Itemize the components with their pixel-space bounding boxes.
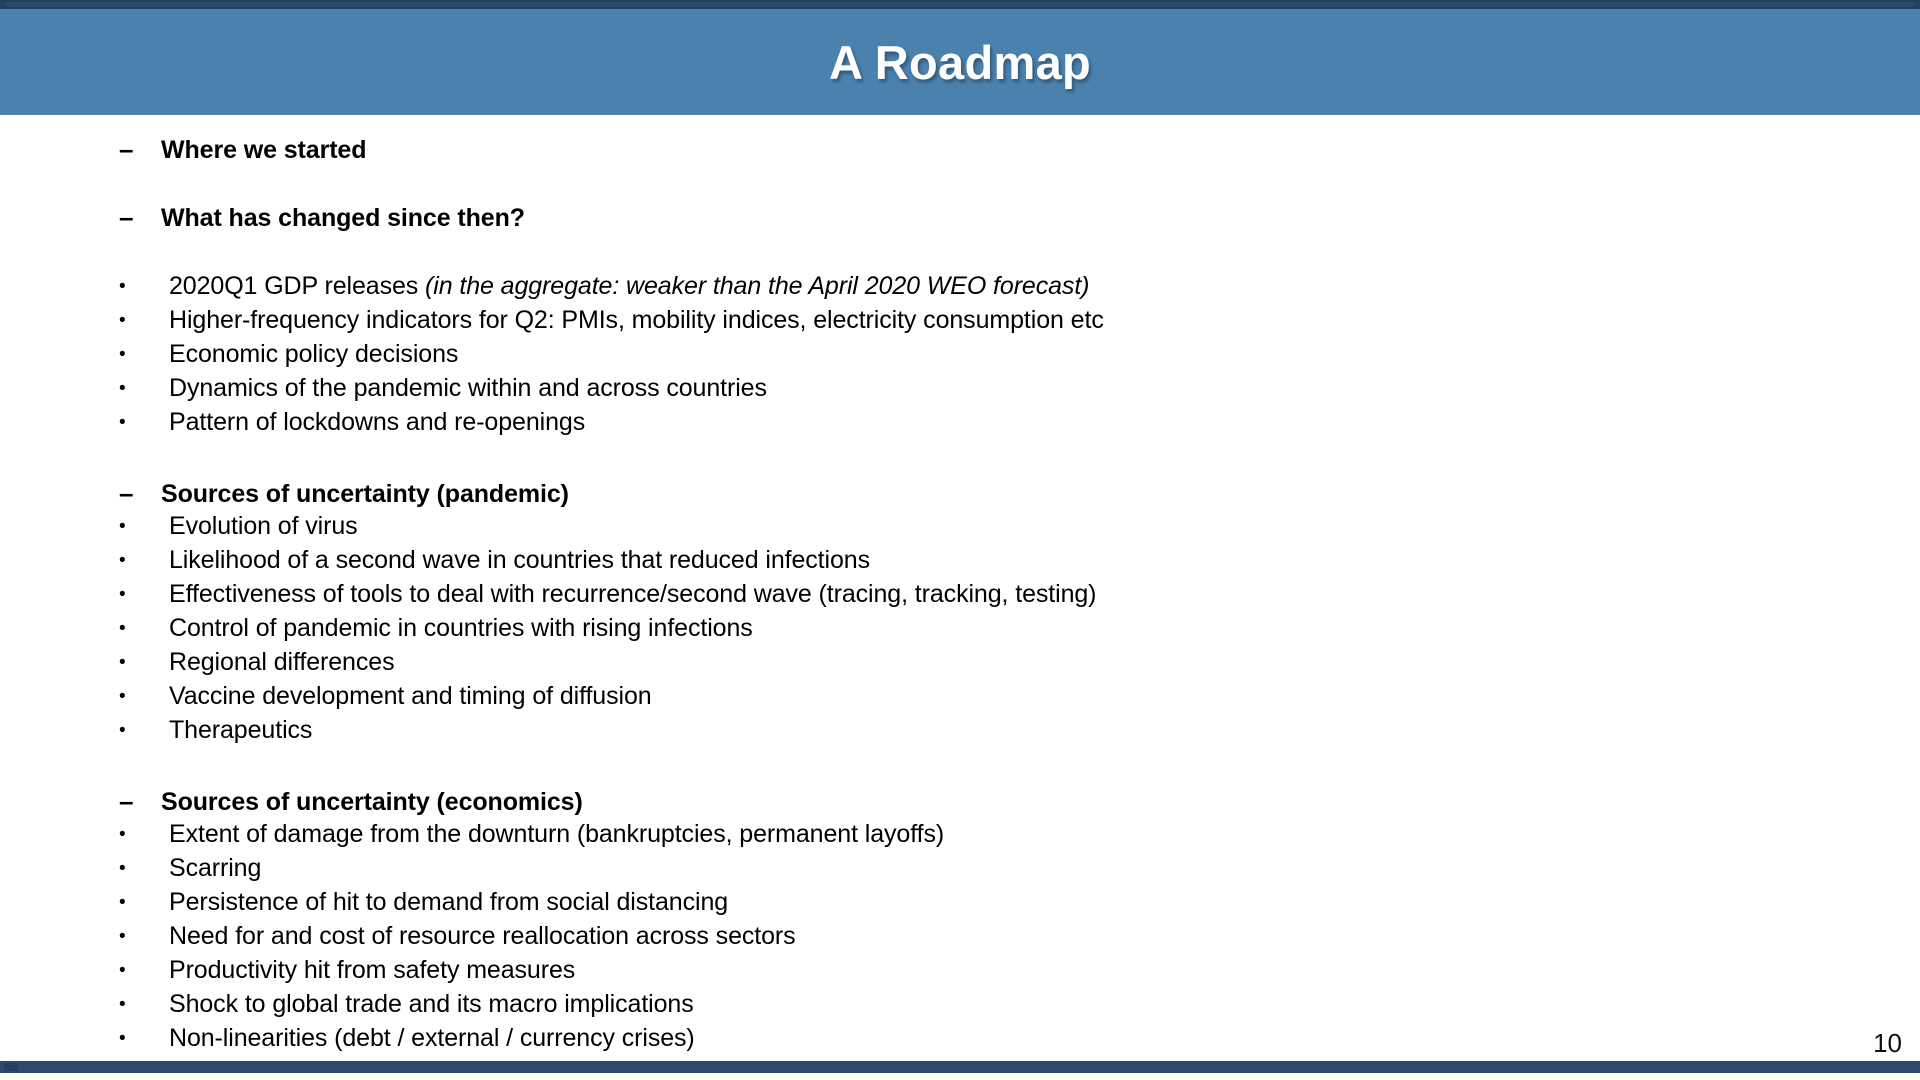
list-item: • Effectiveness of tools to deal with re… [0, 582, 1920, 616]
bullet-marker-icon: • [119, 1028, 126, 1049]
slide-body: – Where we started – What has changed si… [0, 115, 1920, 1060]
dash-marker-icon: – [119, 134, 134, 164]
bullet-marker-icon: • [119, 618, 126, 639]
list-item-label: Pattern of lockdowns and re-openings [169, 408, 586, 436]
list-item-label: Control of pandemic in countries with ri… [169, 614, 753, 642]
slide: A Roadmap – Where we started – What has … [0, 0, 1920, 1080]
bullet-marker-icon: • [119, 994, 126, 1015]
heading-sources-pandemic: – Sources of uncertainty (pandemic) [0, 480, 1920, 514]
list-item-label: Effectiveness of tools to deal with recu… [169, 580, 1097, 608]
list-item: • Need for and cost of resource realloca… [0, 924, 1920, 958]
bullet-marker-icon: • [119, 310, 126, 331]
heading-what-has-changed: – What has changed since then? [0, 204, 1920, 238]
bottom-rule-bar [0, 1061, 1920, 1073]
list-item: • Shock to global trade and its macro im… [0, 992, 1920, 1026]
bullet-marker-icon: • [119, 584, 126, 605]
bullet-marker-icon: • [119, 378, 126, 399]
list-item-label: Evolution of virus [169, 512, 358, 540]
heading-label: Where we started [161, 136, 367, 164]
list-item: • Extent of damage from the downturn (ba… [0, 822, 1920, 856]
list-item-label: Higher-frequency indicators for Q2: PMIs… [169, 306, 1104, 334]
list-item: • Dynamics of the pandemic within and ac… [0, 376, 1920, 410]
list-item-label: Therapeutics [169, 716, 313, 744]
list-item: • Higher-frequency indicators for Q2: PM… [0, 308, 1920, 342]
list-item-label: 2020Q1 GDP releases (in the aggregate: w… [169, 272, 1090, 300]
page-title: A Roadmap [828, 35, 1092, 89]
bullet-marker-icon: • [119, 276, 126, 297]
heading-label: What has changed since then? [161, 204, 525, 232]
bullet-marker-icon: • [119, 960, 126, 981]
list-item-label: Non-linearities (debt / external / curre… [169, 1024, 695, 1052]
bullet-marker-icon: • [119, 926, 126, 947]
top-rule-inner-bar [6, 2, 1914, 7]
bullet-marker-icon: • [119, 344, 126, 365]
bullet-marker-icon: • [119, 824, 126, 845]
bullet-marker-icon: • [119, 858, 126, 879]
list-item-label: Likelihood of a second wave in countries… [169, 546, 870, 574]
list-item: • Non-linearities (debt / external / cur… [0, 1026, 1920, 1060]
list-item-label: Vaccine development and timing of diffus… [169, 682, 652, 710]
list-item: • Regional differences [0, 650, 1920, 684]
dash-marker-icon: – [119, 786, 134, 816]
list-item-label: Persistence of hit to demand from social… [169, 888, 729, 916]
list-item: • Control of pandemic in countries with … [0, 616, 1920, 650]
list-item-label: Dynamics of the pandemic within and acro… [169, 374, 767, 402]
bullet-marker-icon: • [119, 686, 126, 707]
list-item: • Persistence of hit to demand from soci… [0, 890, 1920, 924]
bullet-marker-icon: • [119, 652, 126, 673]
bullet-marker-icon: • [119, 892, 126, 913]
top-rule-bar [0, 0, 1920, 9]
list-item-label: Productivity hit from safety measures [169, 956, 576, 984]
list-item: • Evolution of virus [0, 514, 1920, 548]
list-item: • Likelihood of a second wave in countri… [0, 548, 1920, 582]
list-item-label: Scarring [169, 854, 262, 882]
list-item-label: Need for and cost of resource reallocati… [169, 922, 796, 950]
bullet-marker-icon: • [119, 550, 126, 571]
list-item: • Productivity hit from safety measures [0, 958, 1920, 992]
list-item: • Therapeutics [0, 718, 1920, 752]
list-item: • 2020Q1 GDP releases (in the aggregate:… [0, 274, 1920, 308]
heading-where-we-started: – Where we started [0, 136, 1920, 170]
dash-marker-icon: – [119, 202, 134, 232]
list-item: • Economic policy decisions [0, 342, 1920, 376]
list-item-label: Economic policy decisions [169, 340, 459, 368]
dash-marker-icon: – [119, 478, 134, 508]
list-item-label: Regional differences [169, 648, 395, 676]
bottom-margin [0, 1073, 1920, 1080]
bullet-marker-icon: • [119, 516, 126, 537]
heading-label: Sources of uncertainty (pandemic) [161, 480, 569, 508]
heading-sources-economics: – Sources of uncertainty (economics) [0, 788, 1920, 822]
bottom-rule-cap [4, 1063, 18, 1071]
bullet-marker-icon: • [119, 412, 126, 433]
list-item: • Vaccine development and timing of diff… [0, 684, 1920, 718]
bullet-marker-icon: • [119, 720, 126, 741]
list-item: • Pattern of lockdowns and re-openings [0, 410, 1920, 444]
list-item: • Scarring [0, 856, 1920, 890]
slide-title-band: A Roadmap [0, 9, 1920, 115]
list-item-label: Shock to global trade and its macro impl… [169, 990, 694, 1018]
heading-label: Sources of uncertainty (economics) [161, 788, 583, 816]
list-item-label: Extent of damage from the downturn (bank… [169, 820, 945, 848]
page-number: 10 [1873, 1028, 1902, 1058]
